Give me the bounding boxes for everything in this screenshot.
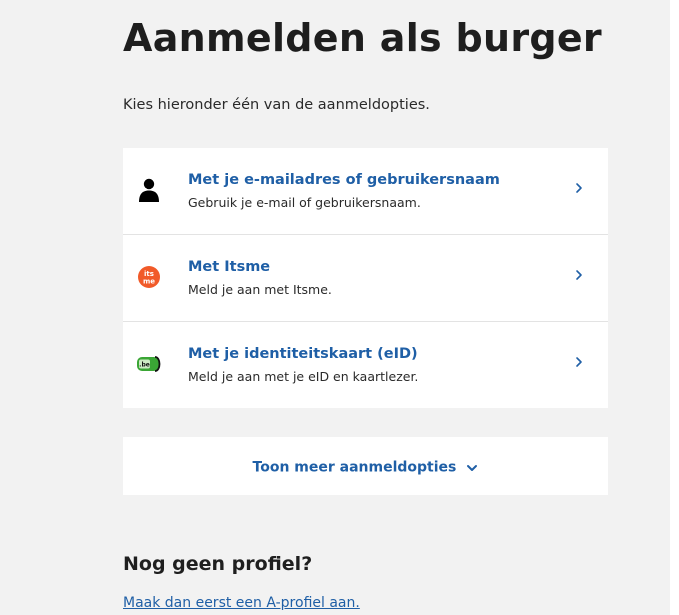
- create-a-profile-link[interactable]: Maak dan eerst een A-profiel aan.: [123, 595, 360, 611]
- login-option-title: Met je e-mailadres of gebruikersnaam: [188, 172, 500, 188]
- intro-text: Kies hieronder één van de aanmeldopties.: [123, 97, 430, 113]
- chevron-right-icon: [576, 183, 582, 193]
- login-option-description: Meld je aan met je eID en kaartlezer.: [188, 369, 419, 384]
- chevron-right-icon: [576, 270, 582, 280]
- login-option-description: Meld je aan met Itsme.: [188, 282, 332, 297]
- no-profile-heading: Nog geen profiel?: [123, 553, 313, 575]
- login-option-title: Met Itsme: [188, 259, 271, 275]
- itsme-logo-icon: its me: [138, 266, 160, 288]
- chevron-down-icon: [467, 464, 478, 471]
- chevron-right-icon: [576, 357, 582, 367]
- eid-card-icon: .be: [137, 356, 161, 372]
- login-option-title: Met je identiteitskaart (eID): [188, 346, 418, 362]
- show-more-options-inner: Toon meer aanmeldopties: [123, 457, 608, 476]
- login-option-eid[interactable]: .be Met je identiteitskaart (eID) Meld j…: [123, 322, 608, 408]
- page-title: Aanmelden als burger: [123, 16, 602, 60]
- svg-text:me: me: [143, 278, 155, 286]
- show-more-options-label: Toon meer aanmeldopties: [252, 459, 457, 476]
- login-option-email[interactable]: Met je e-mailadres of gebruikersnaam Geb…: [123, 148, 608, 235]
- show-more-options-button[interactable]: Toon meer aanmeldopties: [123, 437, 608, 495]
- login-option-itsme[interactable]: its me Met Itsme Meld je aan met Itsme.: [123, 235, 608, 322]
- user-icon: [139, 178, 159, 202]
- login-options-list: Met je e-mailadres of gebruikersnaam Geb…: [123, 148, 608, 408]
- login-option-description: Gebruik je e-mail of gebruikersnaam.: [188, 195, 421, 210]
- svg-text:.be: .be: [139, 362, 150, 369]
